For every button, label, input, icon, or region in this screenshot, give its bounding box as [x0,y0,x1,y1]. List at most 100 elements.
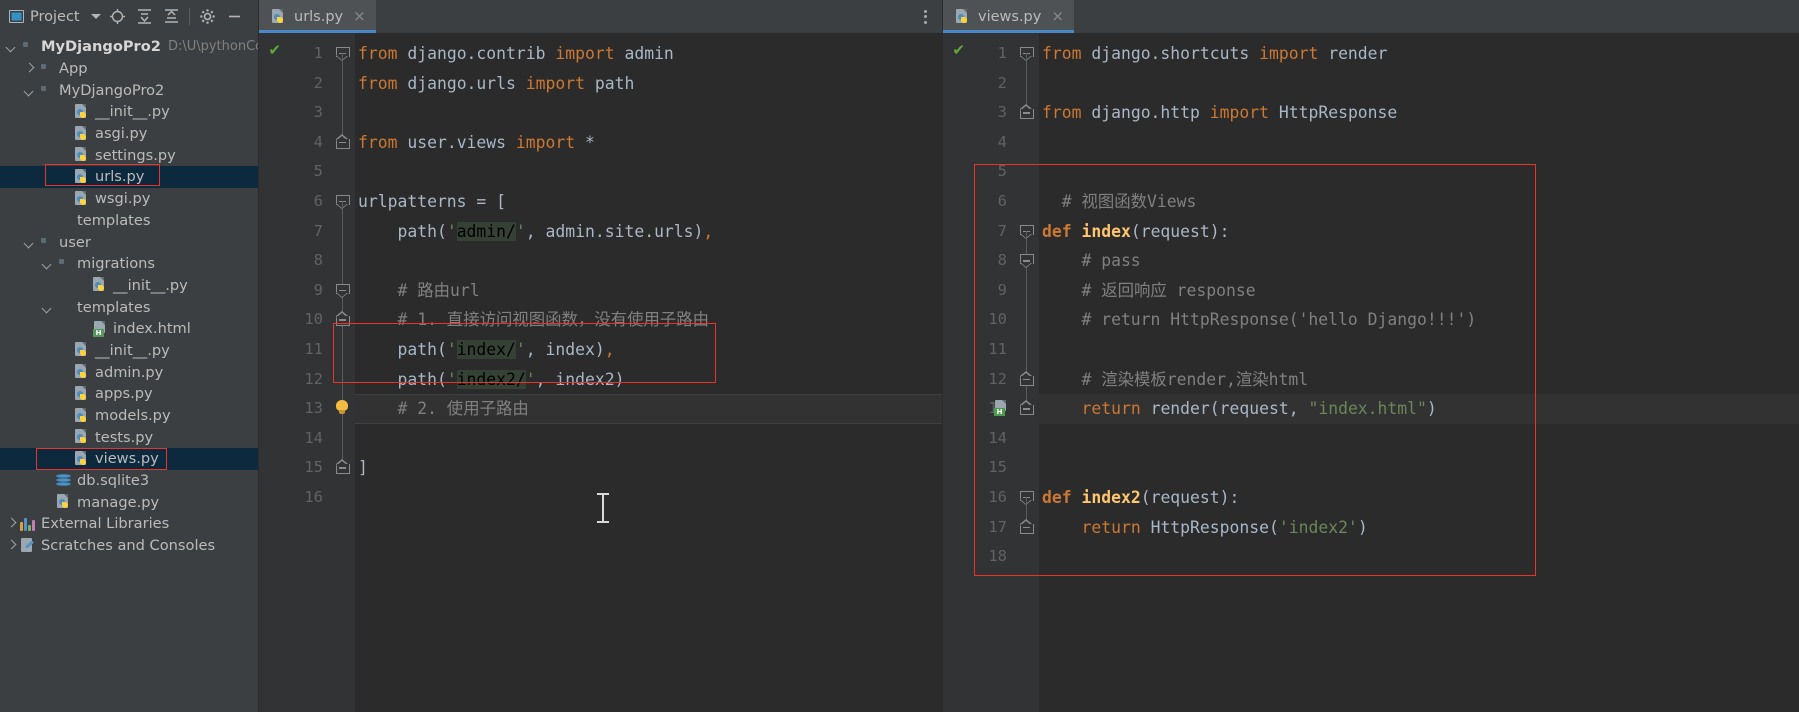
tree-item-settings-py[interactable]: settings.py [0,144,258,166]
code-line[interactable]: # 返回响应 response [1039,276,1799,306]
tree-item-templates[interactable]: templates [0,296,258,318]
tree-item-migrations[interactable]: migrations [0,253,258,275]
line-number: 5 [997,162,1007,181]
right-fold-column[interactable]: H [994,33,1039,712]
code-line[interactable]: urlpatterns = [ [355,187,942,217]
tree-item--init-py[interactable]: __init__.py [0,101,258,123]
tree-item-templates[interactable]: templates [0,210,258,232]
code-line[interactable]: # 2. 使用子路由 [355,394,942,424]
code-line[interactable]: path('index/', index), [355,335,942,365]
left-code-text[interactable]: from django.contrib import admin from dja… [355,33,942,712]
code-line[interactable] [1039,128,1799,158]
code-line[interactable]: def index(request): [1039,217,1799,247]
code-token: index/ [456,339,516,359]
code-line[interactable]: from django.contrib import admin [355,39,942,69]
tree-item-manage-py[interactable]: manage.py [0,491,258,513]
close-icon[interactable]: × [353,9,366,24]
code-line[interactable]: ] [355,453,942,483]
html-template-marker-icon[interactable]: H [993,400,1009,417]
code-line[interactable]: from django.http import HttpResponse [1039,98,1799,128]
code-line[interactable]: # 1. 直接访问视图函数，没有使用子路由 [355,305,942,335]
code-line[interactable] [355,98,942,128]
code-line[interactable] [1039,542,1799,572]
code-line[interactable] [1039,157,1799,187]
code-line[interactable]: # 路由url [355,276,942,306]
code-line[interactable]: from django.shortcuts import render [1039,39,1799,69]
tree-item-index-html[interactable]: Hindex.html [0,318,258,340]
code-line[interactable]: # return HttpResponse('hello Django!!!') [1039,305,1799,335]
left-gutter[interactable]: 1 2 3 4 5 6 7 8 9 10 11 12 13 14 15 16 [285,33,331,712]
tree-item-label: __init__.py [95,341,170,359]
code-token: (request): [1130,221,1230,241]
code-line[interactable]: from django.urls import path [355,69,942,99]
tab-views-py[interactable]: views.py × [943,0,1074,33]
tree-item-mydjangopro2[interactable]: MyDjangoPro2 D:\U\pythonCode [0,36,258,58]
code-token: (request): [1140,487,1240,507]
code-line[interactable] [355,157,942,187]
tree-item-app[interactable]: App [0,58,258,80]
code-line[interactable] [1039,424,1799,454]
code-line[interactable] [355,246,942,276]
code-token: from [358,73,398,93]
code-token: import [555,44,615,63]
right-code-text[interactable]: from django.shortcuts import render from… [1039,33,1799,712]
code-line[interactable]: # 渲染模板render,渲染html [1039,365,1799,395]
code-line[interactable] [355,424,942,454]
code-line[interactable] [1039,453,1799,483]
tree-item--init-py[interactable]: __init__.py [0,340,258,362]
code-line[interactable] [1039,335,1799,365]
intention-bulb-icon[interactable] [335,400,349,416]
left-fold-column[interactable] [331,33,355,712]
code-line[interactable]: return HttpResponse('index2') [1039,513,1799,543]
tree-item-apps-py[interactable]: apps.py [0,383,258,405]
code-line[interactable]: # pass [1039,246,1799,276]
collapse-all-icon[interactable] [159,4,184,29]
close-icon[interactable]: × [1051,9,1064,24]
chevron-right-icon[interactable] [24,63,35,74]
tree-item-admin-py[interactable]: admin.py [0,361,258,383]
tree-item-external-libraries[interactable]: External Libraries [0,513,258,535]
project-tree[interactable]: MyDjangoPro2 D:\U\pythonCode App MyDjangoPr… [0,33,258,712]
chevron-right-icon[interactable] [6,540,17,551]
chevron-down-icon[interactable] [42,258,53,269]
code-line[interactable]: # 视图函数Views [1039,187,1799,217]
right-gutter[interactable]: 123456789101112131415161718 [969,33,1015,712]
tab-urls-py[interactable]: urls.py × [259,0,376,33]
python-file-icon [74,429,91,445]
chevron-down-icon[interactable] [90,14,101,19]
tree-item-user[interactable]: user [0,231,258,253]
fold-minus-icon [339,141,346,144]
locate-icon[interactable] [105,4,130,29]
tree-item-mydjangopro2[interactable]: MyDjangoPro2 [0,79,258,101]
code-line[interactable] [355,483,942,513]
code-line[interactable]: def index2(request): [1039,483,1799,513]
more-options-icon[interactable] [914,0,936,33]
tree-item-wsgi-py[interactable]: wsgi.py [0,188,258,210]
tree-item-tests-py[interactable]: tests.py [0,426,258,448]
code-line[interactable] [1039,69,1799,99]
chevron-down-icon[interactable] [6,41,17,52]
expand-all-icon[interactable] [132,4,157,29]
code-token: django.contrib [397,44,556,63]
code-line[interactable]: return render(request, "index.html") [1039,394,1799,424]
line-number: 6 [313,191,323,210]
tree-item-views-py[interactable]: views.py [0,448,258,470]
code-line[interactable]: path('index2/', index2) [355,365,942,395]
code-line[interactable]: path('admin/', admin.site.urls), [355,217,942,247]
chevron-down-icon[interactable] [42,302,53,313]
chevron-down-icon[interactable] [24,237,35,248]
hide-tool-window-icon[interactable] [222,4,247,29]
tree-item-scratches-and-consoles[interactable]: Scratches and Consoles [0,535,258,557]
tree-item-urls-py[interactable]: urls.py [0,166,258,188]
settings-gear-icon[interactable] [195,4,220,29]
tree-item-asgi-py[interactable]: asgi.py [0,123,258,145]
code-token: import [515,132,576,152]
tree-item-models-py[interactable]: models.py [0,405,258,427]
project-tool-window-label[interactable]: Project [6,7,103,27]
tree-item--init-py[interactable]: __init__.py [0,275,258,297]
chevron-right-icon[interactable] [6,518,17,529]
tree-item-db-sqlite3[interactable]: db.sqlite3 [0,470,258,492]
code-line[interactable]: from user.views import * [355,128,942,158]
chevron-down-icon[interactable] [24,85,35,96]
